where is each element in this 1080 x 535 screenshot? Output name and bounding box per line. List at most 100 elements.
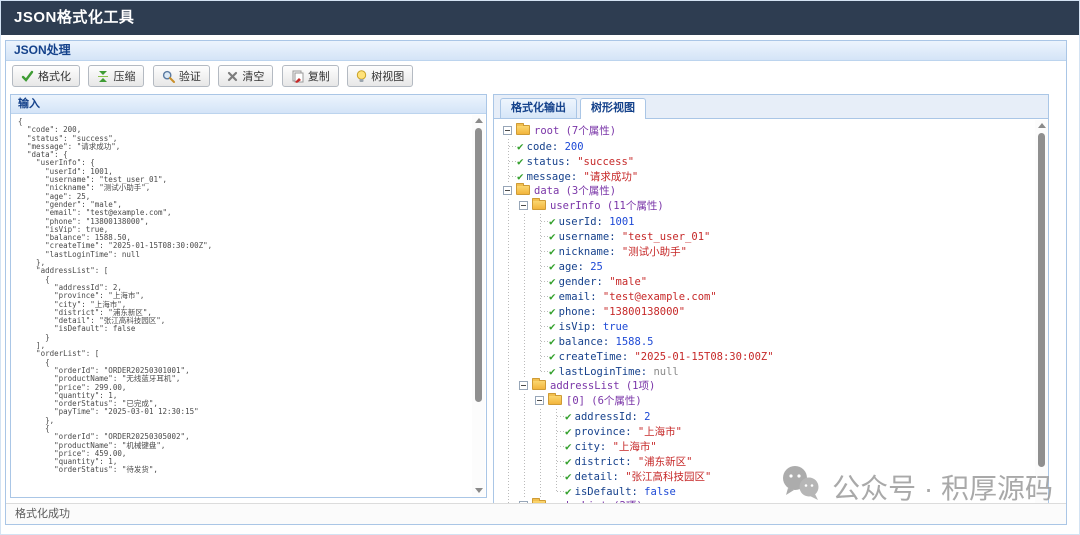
tree-node[interactable]: ✔phone: "13800138000" <box>501 304 1035 319</box>
tree-value: "上海市" <box>638 426 682 438</box>
tree-indent-guide <box>517 214 533 229</box>
tree-value: "test@example.com" <box>603 291 717 303</box>
tree-node[interactable]: data (3个属性) <box>501 184 1035 199</box>
tab-formatted-output[interactable]: 格式化输出 <box>500 98 577 118</box>
collapse-box-icon[interactable] <box>519 201 528 210</box>
tree-node[interactable]: addressList (1项) <box>501 379 1035 394</box>
tree-key: lastLoginTime: <box>559 366 654 378</box>
json-processing-panel: JSON处理 格式化 压缩 验证 清空 复制 <box>5 40 1067 525</box>
tree-indent-guide <box>517 364 533 379</box>
tree-node[interactable]: ✔province: "上海市" <box>501 424 1035 439</box>
treeview-button[interactable]: 树视图 <box>347 65 413 87</box>
tree-node[interactable]: ✔userId: 1001 <box>501 214 1035 229</box>
tree-scrollbar[interactable] <box>1035 120 1048 508</box>
tree-value: 2 <box>644 411 650 423</box>
copy-button[interactable]: 复制 <box>282 65 339 87</box>
tree-node[interactable]: ✔message: "请求成功" <box>501 169 1035 184</box>
input-scrollbar[interactable] <box>472 115 485 496</box>
tree-connector <box>501 169 517 184</box>
tree-indent-guide <box>501 469 517 484</box>
tree-node[interactable]: ✔addressId: 2 <box>501 409 1035 424</box>
scrollbar-thumb[interactable] <box>1038 133 1045 467</box>
tree-indent-guide <box>517 244 533 259</box>
tree-node[interactable]: ✔balance: 1588.5 <box>501 334 1035 349</box>
tree-indent-guide <box>501 199 517 214</box>
tree-node[interactable]: ✔lastLoginTime: null <box>501 364 1035 379</box>
tree-indent-guide <box>501 334 517 349</box>
check-icon: ✔ <box>565 410 572 423</box>
tree-node[interactable]: ✔city: "上海市" <box>501 439 1035 454</box>
tree-node[interactable]: userInfo (11个属性) <box>501 199 1035 214</box>
check-icon: ✔ <box>517 140 524 153</box>
tree-value: 200 <box>565 141 584 153</box>
tree-folder-label: addressList (1项) <box>550 380 655 392</box>
tree-key: nickname: <box>559 246 622 258</box>
check-icon: ✔ <box>565 470 572 483</box>
tree-node[interactable]: [0] (6个属性) <box>501 394 1035 409</box>
tree-node[interactable]: ✔age: 25 <box>501 259 1035 274</box>
tree-node[interactable]: ✔detail: "张江高科技园区" <box>501 469 1035 484</box>
format-button[interactable]: 格式化 <box>12 65 80 87</box>
scrollbar-thumb[interactable] <box>475 128 482 402</box>
tree-node[interactable]: root (7个属性) <box>501 124 1035 139</box>
folder-icon <box>516 125 530 135</box>
tree-connector <box>533 364 549 379</box>
tree-node[interactable]: ✔isVip: true <box>501 319 1035 334</box>
tree-indent-guide <box>517 394 533 409</box>
check-icon: ✔ <box>549 365 556 378</box>
tree-node[interactable]: ✔gender: "male" <box>501 274 1035 289</box>
tree-node[interactable]: ✔status: "success" <box>501 154 1035 169</box>
tree-indent-guide <box>501 244 517 259</box>
tree-indent-guide <box>501 214 517 229</box>
folder-icon <box>532 200 546 210</box>
check-icon: ✔ <box>565 440 572 453</box>
tree-node[interactable]: ✔isDefault: false <box>501 484 1035 499</box>
tab-tree-view[interactable]: 树形视图 <box>580 98 646 119</box>
check-icon: ✔ <box>565 425 572 438</box>
tree-folder-label: data (3个属性) <box>534 185 616 197</box>
tree-node[interactable]: ✔createTime: "2025-01-15T08:30:00Z" <box>501 349 1035 364</box>
check-icon: ✔ <box>549 260 556 273</box>
tree-indent-guide <box>501 424 517 439</box>
folder-icon <box>548 395 562 405</box>
check-icon: ✔ <box>549 350 556 363</box>
tree-node[interactable]: ✔email: "test@example.com" <box>501 289 1035 304</box>
collapse-box-icon[interactable] <box>503 126 512 135</box>
tree-key: username: <box>559 231 622 243</box>
tree-connector <box>533 214 549 229</box>
status-bar: 格式化成功 <box>6 503 1066 524</box>
tree-value: "请求成功" <box>584 171 639 183</box>
toolbar: 格式化 压缩 验证 清空 复制 树视图 <box>6 61 1066 92</box>
tree-key: detail: <box>575 471 626 483</box>
tree-connector <box>549 469 565 484</box>
input-panel: 输入 { "code": 200, "status": "success", "… <box>10 94 487 498</box>
tree-indent-guide <box>501 289 517 304</box>
tree-key: createTime: <box>559 351 635 363</box>
copy-icon <box>291 70 304 83</box>
tree-node[interactable]: ✔district: "浦东新区" <box>501 454 1035 469</box>
collapse-box-icon[interactable] <box>503 186 512 195</box>
check-icon: ✔ <box>549 245 556 258</box>
json-input-textarea[interactable]: { "code": 200, "status": "success", "mes… <box>11 114 486 497</box>
tree-indent-guide <box>501 364 517 379</box>
tree-value: "张江高科技园区" <box>625 471 711 483</box>
tree-key: age: <box>559 261 591 273</box>
scroll-up-arrow[interactable] <box>1038 123 1046 128</box>
collapse-box-icon[interactable] <box>535 396 544 405</box>
tree-node[interactable]: ✔nickname: "测试小助手" <box>501 244 1035 259</box>
tree-value: true <box>603 321 628 333</box>
magnifier-icon <box>162 70 175 83</box>
tree-indent-guide <box>501 439 517 454</box>
tree-indent-guide <box>533 424 549 439</box>
panel-header: JSON处理 <box>6 41 1066 61</box>
tree-view: root (7个属性)✔code: 200✔status: "success"✔… <box>494 119 1035 509</box>
validate-button[interactable]: 验证 <box>153 65 210 87</box>
scroll-up-arrow[interactable] <box>475 118 483 123</box>
clear-button[interactable]: 清空 <box>218 65 273 87</box>
tree-node[interactable]: ✔code: 200 <box>501 139 1035 154</box>
compress-icon <box>97 70 109 83</box>
scroll-down-arrow[interactable] <box>475 488 483 493</box>
collapse-box-icon[interactable] <box>519 381 528 390</box>
tree-node[interactable]: ✔username: "test_user_01" <box>501 229 1035 244</box>
compress-button[interactable]: 压缩 <box>88 65 144 87</box>
